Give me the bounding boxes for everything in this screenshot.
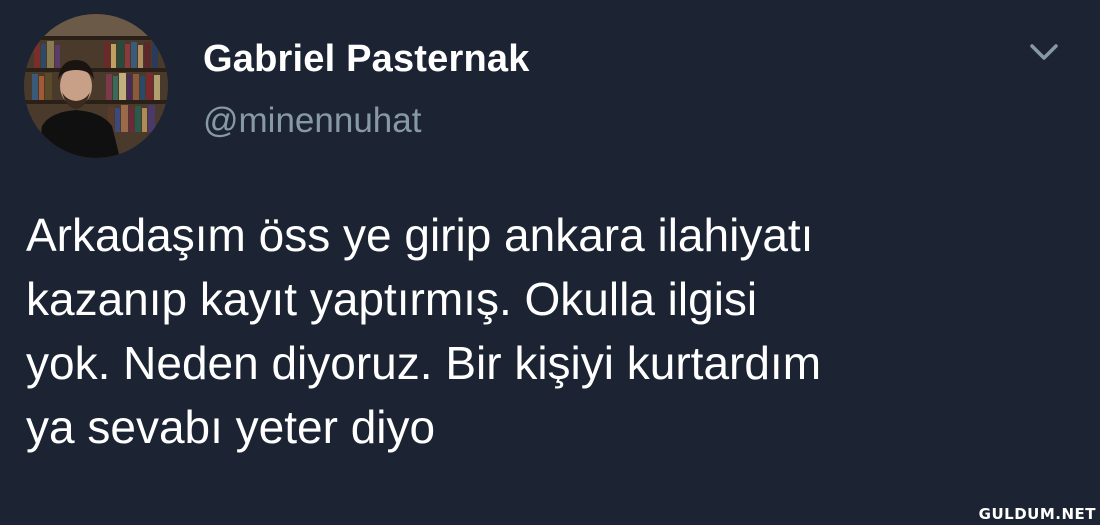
avatar[interactable] xyxy=(24,14,168,158)
tweet-card: Gabriel Pasternak @minennuhat Arkadaşım … xyxy=(0,0,1100,525)
avatar-image xyxy=(24,14,168,158)
chevron-down-icon[interactable] xyxy=(1024,38,1064,68)
tweet-text: Arkadaşım öss ye girip ankara ilahiyatı … xyxy=(26,209,822,453)
user-handle[interactable]: @minennuhat xyxy=(203,101,421,141)
watermark: GULDUM.NET xyxy=(978,505,1096,523)
display-name[interactable]: Gabriel Pasternak xyxy=(203,38,530,81)
